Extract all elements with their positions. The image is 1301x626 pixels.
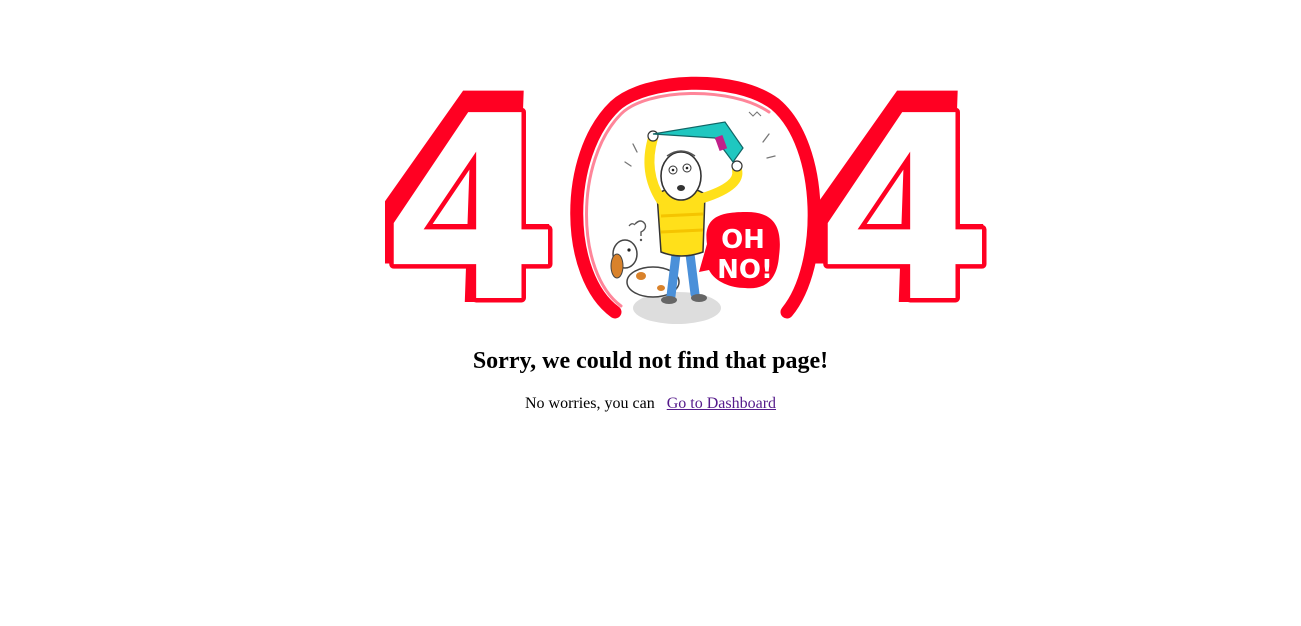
not-found-page: 4 4 OH NO! 4 4 Sorry, we could not find … xyxy=(0,0,1301,626)
left-digit-four: 4 4 xyxy=(385,76,569,332)
oh-no-speech-bubble: OH NO! xyxy=(699,212,780,289)
speech-bubble-line2: NO! xyxy=(717,255,773,285)
404-illustration-svg: 4 4 OH NO! 4 4 xyxy=(385,76,987,332)
left-four-face: 4 xyxy=(385,76,560,332)
404-illustration: 4 4 OH NO! 4 4 xyxy=(385,76,987,332)
go-to-dashboard-link[interactable]: Go to Dashboard xyxy=(667,395,776,412)
right-digit-four: 4 4 xyxy=(790,76,987,332)
help-message-text: No worries, you can xyxy=(524,395,655,412)
help-message: No worries, you can Go to Dashboard xyxy=(0,394,1301,414)
page-title: Sorry, we could not find that page! xyxy=(472,348,829,374)
speech-bubble-line1: OH xyxy=(721,225,765,255)
right-four-face: 4 xyxy=(816,76,987,332)
